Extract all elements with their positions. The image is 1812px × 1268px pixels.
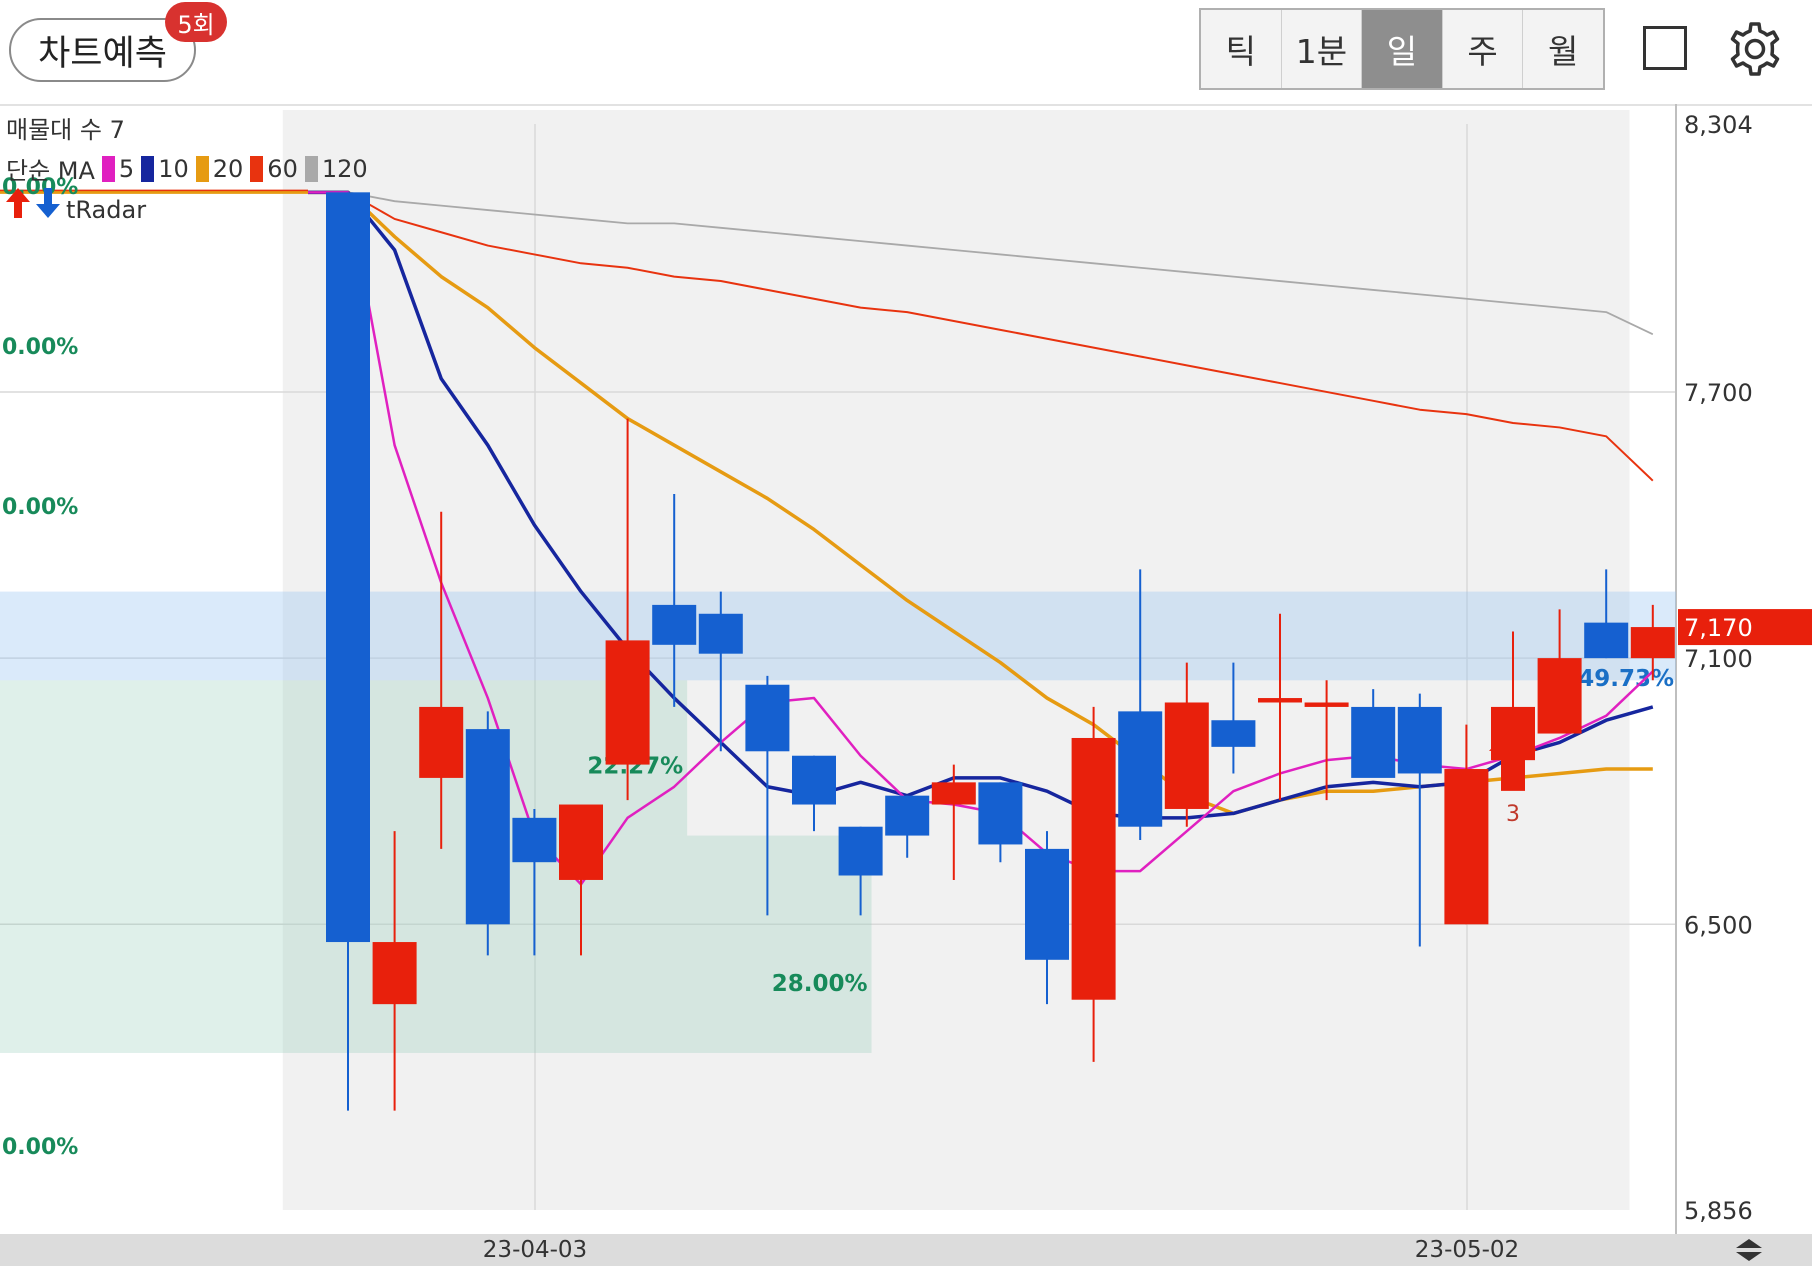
candle-body[interactable] <box>978 782 1023 845</box>
gear-icon[interactable] <box>1726 20 1784 78</box>
candle-body[interactable] <box>326 192 370 943</box>
square-outline-icon[interactable] <box>1643 26 1687 70</box>
period-day-button[interactable]: 일 <box>1362 10 1443 88</box>
candle-body[interactable] <box>1211 720 1256 747</box>
volume-profile-percent-label: 49.73% <box>1578 666 1674 692</box>
candle-body[interactable] <box>419 706 464 778</box>
signal-count-label: 3 <box>1506 802 1520 827</box>
candle-body[interactable] <box>1258 698 1302 703</box>
candle-body[interactable] <box>1444 769 1489 925</box>
left-percent-label: 0.00% <box>2 495 78 520</box>
ma5-label: 5 <box>118 154 135 183</box>
ma60-swatch <box>250 155 264 182</box>
ma10-swatch <box>141 155 155 182</box>
y-axis-tick-label: 8,304 <box>1684 111 1753 139</box>
candle-body[interactable] <box>1351 706 1396 778</box>
chart-predict-label: 차트예측 <box>38 33 167 74</box>
ma60-label: 60 <box>267 154 298 183</box>
period-selector: 틱 1분 일 주 월 <box>1199 8 1605 90</box>
volume-profile-band <box>0 835 872 1053</box>
candle-body[interactable] <box>1630 627 1675 659</box>
ma20-swatch <box>195 155 209 182</box>
candle-body[interactable] <box>1537 658 1582 734</box>
candle-body[interactable] <box>792 755 836 805</box>
ma120-label: 120 <box>321 154 368 183</box>
current-price-label: 7,170 <box>1684 614 1753 642</box>
y-axis-tick-label: 7,700 <box>1684 379 1753 407</box>
volume-profile-indicator-label: 매물대 수 7 <box>6 116 125 144</box>
candle-body[interactable] <box>652 604 697 645</box>
candle-body[interactable] <box>1584 622 1629 659</box>
x-axis-label-2: 23-05-02 <box>1414 1237 1520 1263</box>
ma10-label: 10 <box>158 154 189 183</box>
candle-body[interactable] <box>559 804 603 880</box>
ma120-swatch <box>304 155 318 182</box>
candle-body[interactable] <box>1071 737 1116 1000</box>
candle-body[interactable] <box>885 795 930 836</box>
candle-body[interactable] <box>1397 706 1442 774</box>
candle-body[interactable] <box>512 817 557 863</box>
tradar-label: tRadar <box>66 196 147 224</box>
candle-body[interactable] <box>1118 711 1163 827</box>
candle-body[interactable] <box>698 613 743 654</box>
ma-legend: 단순 MA 5 10 20 60 120 <box>6 151 368 186</box>
candlestick-chart[interactable]: 49.73%22.27%28.00% 8,3047,7007,1006,5005… <box>0 104 1812 1234</box>
volume-profile-percent-label: 28.00% <box>772 971 868 997</box>
x-axis-label-1: 23-04-03 <box>482 1237 588 1263</box>
y-axis-tick-label: 5,856 <box>1684 1197 1753 1225</box>
left-percent-label: 0.00% <box>2 335 78 360</box>
candle-body[interactable] <box>372 942 417 1005</box>
ma20-label: 20 <box>212 154 244 183</box>
scroll-handle-icon[interactable] <box>1732 1236 1766 1264</box>
candle-body[interactable] <box>1304 702 1349 707</box>
period-1min-button[interactable]: 1분 <box>1282 10 1363 88</box>
candle-body[interactable] <box>465 729 510 925</box>
y-axis-tick-label: 7,100 <box>1684 645 1753 673</box>
predict-count-badge: 5회 <box>165 2 227 42</box>
candle-body[interactable] <box>931 782 976 805</box>
period-tick-button[interactable]: 틱 <box>1201 10 1282 88</box>
x-axis-bar <box>0 1234 1812 1266</box>
candle-body[interactable] <box>745 684 790 752</box>
period-week-button[interactable]: 주 <box>1443 10 1524 88</box>
candle-body[interactable] <box>838 826 883 876</box>
period-month-button[interactable]: 월 <box>1523 10 1603 88</box>
left-percent-label: 0.00% <box>2 1135 78 1160</box>
candle-body[interactable] <box>605 640 650 765</box>
candle-body[interactable] <box>1025 848 1069 960</box>
ma5-swatch <box>101 155 115 182</box>
candle-body[interactable] <box>1164 702 1209 809</box>
ma-legend-title: 단순 MA <box>6 157 95 185</box>
volume-profile-band <box>0 591 1676 681</box>
y-axis-tick-label: 6,500 <box>1684 911 1753 939</box>
